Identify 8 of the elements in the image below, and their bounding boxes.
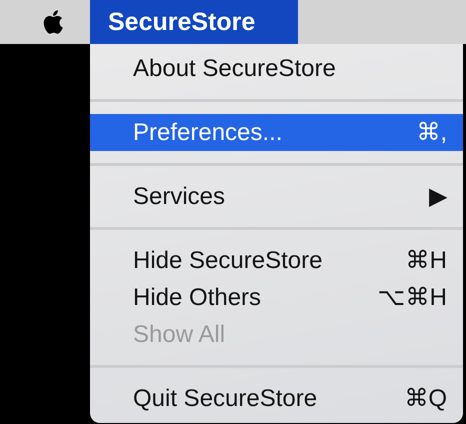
- apple-logo-icon[interactable]: [43, 10, 63, 34]
- menu-item[interactable]: Hide Others ⌥⌘H: [90, 279, 463, 316]
- menu-item[interactable]: About SecureStore: [90, 50, 463, 87]
- menu-item[interactable]: Hide SecureStore ⌘H: [90, 242, 463, 279]
- menu-item[interactable]: Preferences... ⌘,: [90, 114, 463, 151]
- menu-item[interactable]: Quit SecureStore ⌘Q: [90, 380, 463, 417]
- app-menu[interactable]: SecureStore: [90, 0, 298, 44]
- menu-item[interactable]: Services ▶: [90, 178, 463, 215]
